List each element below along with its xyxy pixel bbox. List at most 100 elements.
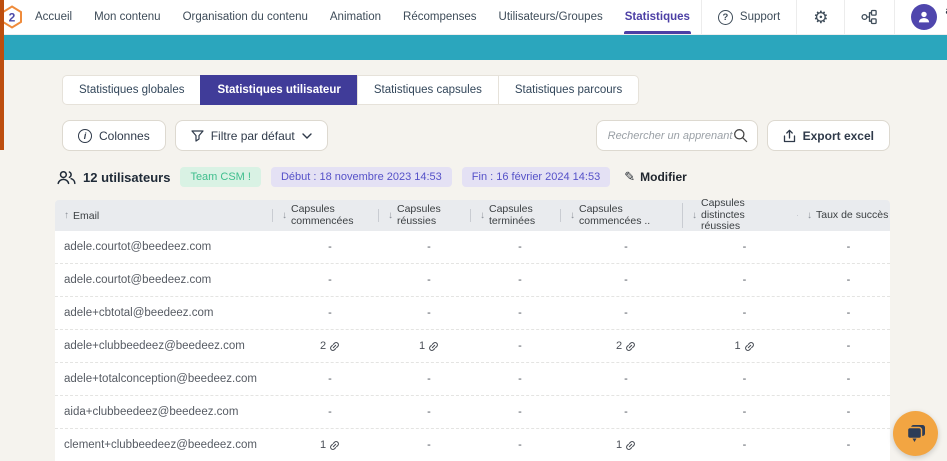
tab-statistiques-utilisateur[interactable]: Statistiques utilisateur [200,75,356,105]
filter-button[interactable]: Filtre par défaut [175,120,328,151]
row-value: - [797,340,890,352]
row-value: - [797,439,890,451]
value-text: - [518,307,522,319]
value-text: 1 [419,340,425,352]
statistics-page: Statistiques globales Statistiques utili… [0,60,947,461]
column-header[interactable]: ↓Capsules réussies [378,204,470,228]
value-text: - [427,307,431,319]
account-menu[interactable]: adele.courtot@beedeez.com (pour Club Bee… [894,0,947,34]
value-text: - [427,274,431,286]
settings-button[interactable]: ⚙ [796,0,844,34]
sort-desc-icon[interactable]: ↓ [692,210,697,221]
row-value: - [682,241,797,253]
nav-item-utilisateurs-groupes[interactable]: Utilisateurs/Groupes [488,0,614,34]
row-value: - [272,406,378,418]
column-header[interactable]: ↓ Capsules commencées .. [560,204,682,228]
modify-button[interactable]: ✎ Modifier [624,169,687,185]
row-value[interactable]: 2 [272,340,378,352]
sort-desc-icon[interactable]: ↓ [282,210,287,221]
value-text: - [743,307,747,319]
row-email: aida+clubbeedeez@beedeez.com [55,406,272,418]
search-input[interactable] [608,130,733,142]
nav-item-recompenses[interactable]: Récompenses [392,0,488,34]
chat-bubbles-icon [905,423,927,444]
nav-item-organisation-du-contenu[interactable]: Organisation du contenu [172,0,319,34]
table-row[interactable]: clement+clubbeedeez@beedeez.com1--1-- [55,429,890,461]
value-text: - [624,274,628,286]
row-email: adele+cbtotal@beedeez.com [55,307,272,319]
row-value[interactable]: 2 [560,340,682,352]
column-label: Capsules distinctes réussies [701,198,779,233]
sort-desc-icon[interactable]: ↓ [570,210,575,221]
table-row[interactable]: adele.courtot@beedeez.com------ [55,231,890,264]
table-row[interactable]: adele+clubbeedeez@beedeez.com21-21- [55,330,890,363]
row-value: - [272,307,378,319]
info-icon: i [78,129,92,143]
sort-desc-icon[interactable]: ↓ [388,210,393,221]
link-icon [625,341,636,352]
nav-item-animation[interactable]: Animation [319,0,392,34]
value-text: - [427,406,431,418]
nav-item-accueil[interactable]: Accueil [24,0,83,34]
column-header-email[interactable]: ↑Email [55,210,272,222]
top-navigation-bar: 2 Accueil Mon contenu Organisation du co… [0,0,947,35]
support-button[interactable]: ? Support [701,0,796,34]
column-divider [470,209,471,223]
nav-item-mon-contenu[interactable]: Mon contenu [83,0,172,34]
sort-desc-icon[interactable]: ↓ [807,210,812,221]
row-value[interactable]: 1 [560,439,682,451]
value-text: - [743,406,747,418]
pencil-icon: ✎ [624,169,635,185]
tab-statistiques-globales[interactable]: Statistiques globales [62,75,200,105]
chat-launcher-button[interactable] [893,411,938,456]
sort-asc-icon[interactable]: ↑ [64,210,69,221]
column-divider [272,209,273,223]
row-value[interactable]: 1 [682,340,797,352]
table-header-row: ↑Email↓Capsules commencées↓Capsules réus… [55,200,890,231]
row-value[interactable]: 1 [272,439,378,451]
row-value: - [470,439,560,451]
row-value: - [797,274,890,286]
row-value: - [682,373,797,385]
column-label: Capsules commencées .. [579,204,657,228]
end-date-badge: Fin : 16 février 2024 14:53 [462,167,610,187]
value-text: - [624,373,628,385]
column-label: Capsules terminées [489,204,560,228]
row-value[interactable]: 1 [378,340,470,352]
value-text: 1 [616,439,622,451]
search-icon[interactable] [733,128,748,143]
columns-button[interactable]: i Colonnes [62,120,166,151]
nav-item-statistiques[interactable]: Statistiques [614,0,701,34]
table-row[interactable]: adele+cbtotal@beedeez.com------ [55,297,890,330]
column-header[interactable]: ↓ Capsules terminées [470,204,560,228]
column-header[interactable]: ↓ Capsules distinctes réussies [682,198,797,233]
table-row[interactable]: adele.courtot@beedeez.com------ [55,264,890,297]
value-text: - [847,439,851,451]
link-icon [428,341,439,352]
value-text: - [518,406,522,418]
gear-icon: ⚙ [813,9,828,26]
table-row[interactable]: aida+clubbeedeez@beedeez.com------ [55,396,890,429]
tab-statistiques-parcours[interactable]: Statistiques parcours [498,75,639,105]
question-circle-icon: ? [718,10,733,25]
users-icon [57,170,76,185]
column-divider [682,203,683,228]
row-value: - [797,241,890,253]
funnel-icon [191,130,204,142]
tab-statistiques-capsules[interactable]: Statistiques capsules [357,75,498,105]
chevron-down-icon [302,133,312,139]
org-structure-button[interactable] [844,0,894,34]
row-value: - [797,406,890,418]
table-row[interactable]: adele+totalconception@beedeez.com------ [55,363,890,396]
row-value: - [560,373,682,385]
main-nav: Accueil Mon contenu Organisation du cont… [24,0,701,34]
value-text: - [427,373,431,385]
column-header[interactable]: ↓Capsules commencées [272,204,378,228]
export-excel-button[interactable]: Export excel [767,120,890,151]
sort-desc-icon[interactable]: ↓ [480,210,485,221]
row-email: clement+clubbeedeez@beedeez.com [55,439,272,451]
row-value: - [272,241,378,253]
row-value: - [682,439,797,451]
column-header[interactable]: ↓Taux de succès [797,210,890,222]
cohort-summary: 12 utilisateurs Team CSM ! Début : 18 no… [57,167,890,187]
